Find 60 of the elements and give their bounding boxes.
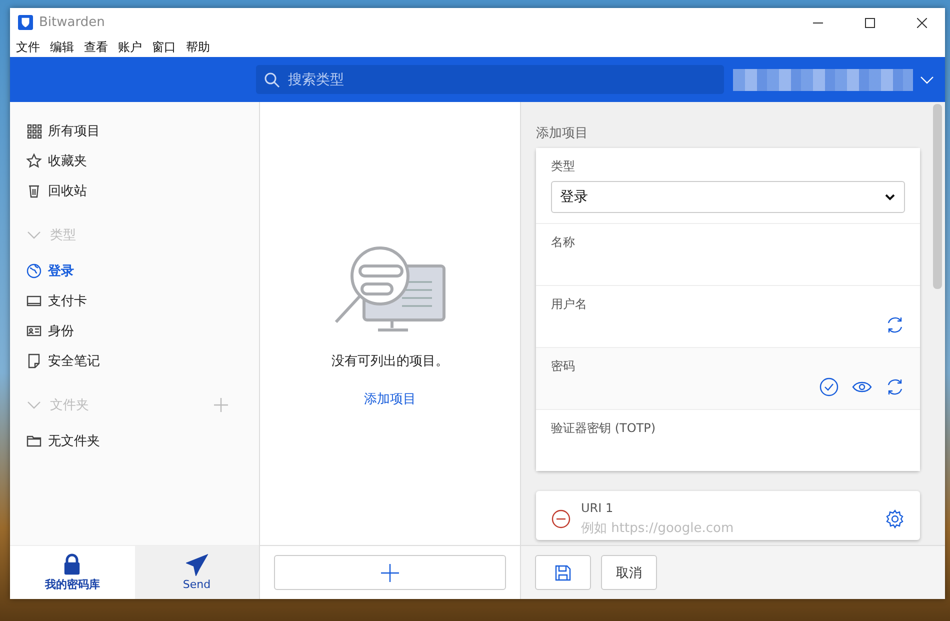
menu-item[interactable]: 帮助 [186,38,210,56]
sidebar-item[interactable]: 回收站 [26,176,259,206]
sidebar-item[interactable]: 收藏夹 [26,146,259,176]
folder-icon [26,433,42,449]
globe-icon [26,263,42,279]
id-card-icon [26,323,42,339]
sidebar-item[interactable]: 无文件夹 [26,426,259,456]
search-input[interactable]: 搜索类型 [286,70,724,88]
nav-tab[interactable]: Send [134,546,259,599]
star-icon [26,153,42,169]
menu-item[interactable]: 窗口 [152,38,176,56]
sidebar-item[interactable]: 登录 [26,256,259,286]
field-label: 类型 [551,158,576,175]
section-heading: 文件夹 [50,397,90,414]
check-circle-icon [819,377,839,397]
sidebar-item[interactable]: 安全笔记 [26,346,259,376]
editor-heading: 添加项目 [536,125,589,142]
plus-icon [380,562,400,582]
section-heading: 类型 [50,227,77,244]
search-icon [264,72,280,88]
nav-tab[interactable]: 我的密码库 [10,546,134,599]
empty-message: 没有可列出的项目。 [332,353,448,370]
sidebar-item[interactable]: 所有项目 [26,116,259,146]
settings-icon [885,508,905,528]
note-icon [26,353,42,369]
close-icon [917,18,927,28]
cancel-button[interactable]: 取消 [601,555,657,590]
sidebar-item[interactable]: 支付卡 [26,286,259,316]
regenerate-button[interactable] [885,315,905,335]
maximize-icon [865,18,875,28]
refresh-icon [885,315,905,335]
refresh-icon [885,377,905,397]
regenerate-button[interactable] [885,377,905,397]
trash-icon [26,183,42,199]
add-item-link[interactable]: 添加项目 [364,390,416,408]
field-label: 密码 [551,358,576,375]
field-label: 名称 [551,234,576,251]
sidebar-item[interactable]: 身份 [26,316,259,346]
type-select[interactable]: 登录 [551,181,905,213]
field-label: 用户名 [551,296,588,313]
paper-plane-icon [186,554,208,576]
field-label: 验证器密钥 (TOTP) [551,420,657,437]
menu-item[interactable]: 查看 [84,38,108,56]
remove-button[interactable] [551,508,571,528]
plus-icon [213,397,229,413]
card-icon [26,293,42,309]
lock-icon [62,553,82,575]
scrollbar-thumb[interactable] [933,104,942,289]
settings-button[interactable] [885,508,905,528]
grid-icon [26,123,42,139]
save-button[interactable] [535,555,591,590]
minus-circle-icon [551,508,571,528]
shield-logo-icon [18,15,33,30]
field-label: URI 1 [581,501,614,515]
check-button[interactable] [819,377,839,397]
menu-item[interactable]: 编辑 [50,38,74,56]
menu-item[interactable]: 账户 [118,38,142,56]
window-title: Bitwarden [39,15,106,30]
menu-item[interactable]: 文件 [16,38,40,56]
search-field[interactable]: 搜索类型 [256,65,724,94]
